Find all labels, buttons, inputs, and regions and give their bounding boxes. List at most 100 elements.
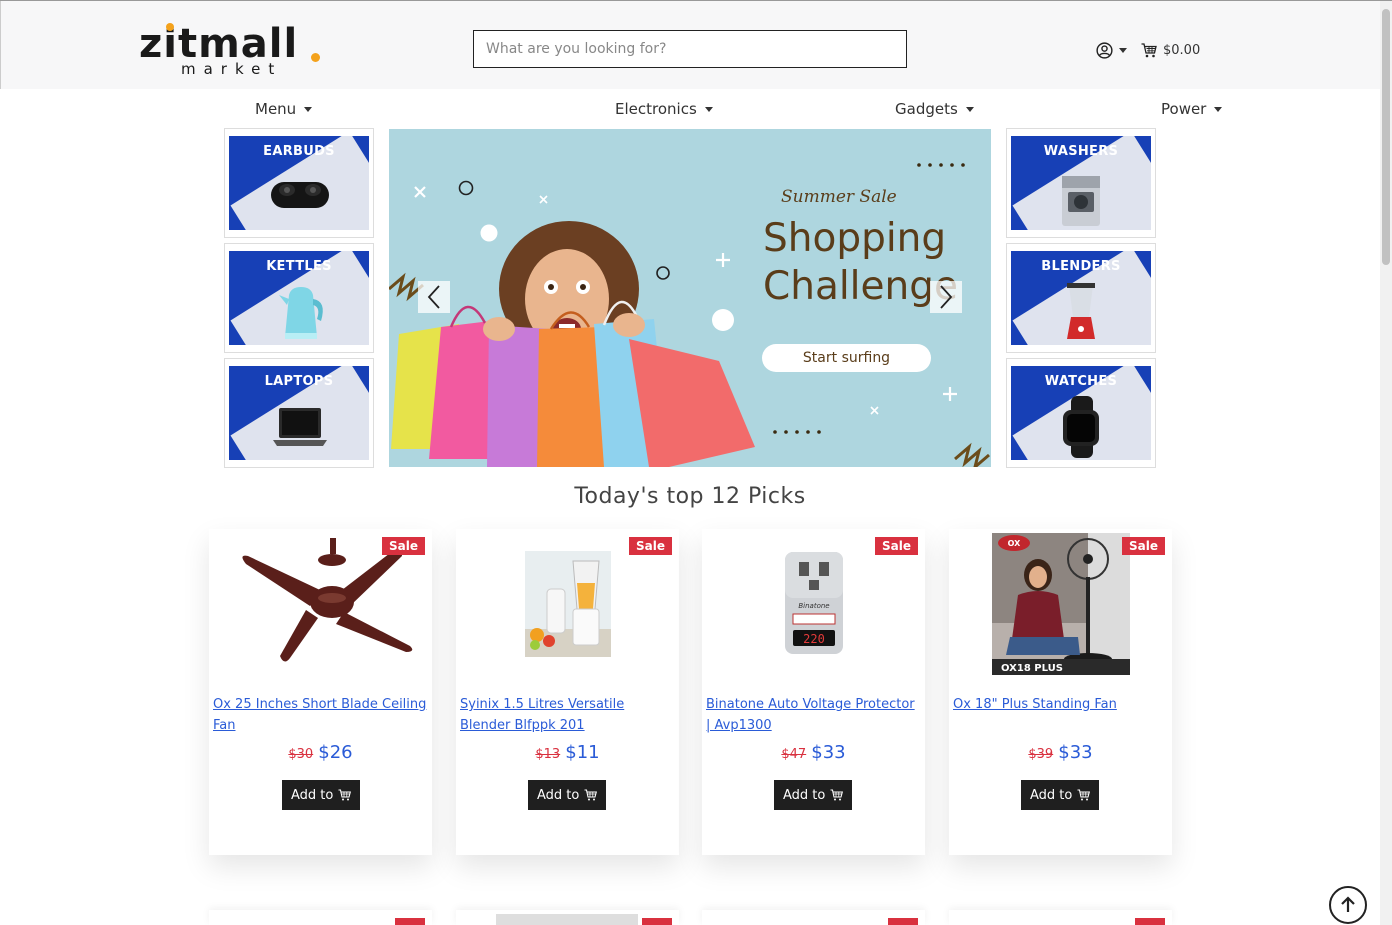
scrollbar-thumb[interactable] xyxy=(1382,9,1390,265)
arrow-up-icon xyxy=(1341,896,1355,912)
carousel-next-button[interactable] xyxy=(930,281,962,313)
chevron-down-icon xyxy=(704,106,713,112)
product-name-link[interactable]: Ox 18" Plus Standing Fan xyxy=(953,694,1169,715)
product-name-link[interactable]: Ox 25 Inches Short Blade Ceiling Fan xyxy=(213,694,429,736)
user-circle-icon xyxy=(1096,41,1113,59)
banner-sale-text: Summer Sale xyxy=(781,187,897,207)
sale-badge: Sale xyxy=(629,537,672,555)
chevron-down-icon xyxy=(1119,47,1127,53)
cart-icon xyxy=(830,789,844,801)
search-input[interactable] xyxy=(473,30,907,68)
standing-fan-image: OX OX18 PLUS xyxy=(991,533,1130,675)
category-tile-watches[interactable]: WATCHES xyxy=(1006,358,1156,468)
voltage-display-text: 220 xyxy=(803,632,825,646)
voltage-brand-text: Binatone xyxy=(798,602,829,610)
site-logo[interactable]: zitmall market xyxy=(139,22,329,80)
category-tile-blenders[interactable]: BLENDERS xyxy=(1006,243,1156,353)
sale-badge: Sale xyxy=(875,537,918,555)
category-image: EARBUDS xyxy=(229,136,369,230)
old-price: $30 xyxy=(288,747,314,762)
product-card-peek xyxy=(209,910,432,925)
sale-badge xyxy=(642,918,672,925)
add-to-cart-button[interactable]: Add to xyxy=(774,780,853,810)
cart-icon xyxy=(584,789,598,801)
page-scrollbar[interactable] xyxy=(1380,1,1392,925)
back-to-top-button[interactable] xyxy=(1329,886,1367,924)
category-label: BLENDERS xyxy=(1041,259,1121,274)
category-label: LAPTOPS xyxy=(264,374,334,389)
add-to-cart-button[interactable]: Add to xyxy=(282,780,361,810)
category-tile-kettles[interactable]: KETTLES xyxy=(224,243,374,353)
product-card-peek xyxy=(702,910,925,925)
nav-electronics-label: Electronics xyxy=(615,100,697,118)
fan-model-text: OX18 PLUS xyxy=(1001,663,1063,674)
banner-title: Shopping Challenge xyxy=(763,215,958,311)
sale-badge xyxy=(1135,918,1165,925)
add-to-cart-button[interactable]: Add to xyxy=(528,780,607,810)
chevron-left-icon xyxy=(427,285,440,309)
washer-icon xyxy=(1062,176,1100,226)
watch-icon xyxy=(1063,396,1099,458)
earbuds-icon xyxy=(271,182,329,208)
logo-i-dot xyxy=(166,23,174,31)
banner-title-line-1: Shopping xyxy=(763,216,947,261)
cart-button[interactable]: $0.00 xyxy=(1141,40,1200,60)
category-tile-laptops[interactable]: LAPTOPS xyxy=(224,358,374,468)
carousel-prev-button[interactable] xyxy=(418,281,450,313)
logo-tagline: market xyxy=(181,60,283,78)
category-image: KETTLES xyxy=(229,251,369,345)
current-price: $11 xyxy=(565,742,600,763)
section-title: Today's top 12 Picks xyxy=(574,484,806,509)
add-to-cart-label: Add to xyxy=(783,787,826,803)
add-to-cart-label: Add to xyxy=(291,787,334,803)
voltage-protector-image: Binatone 220 xyxy=(784,552,843,654)
product-name-link[interactable]: Binatone Auto Voltage Protector | Avp130… xyxy=(706,694,922,736)
sale-badge: Sale xyxy=(382,537,425,555)
product-price: $39 $33 xyxy=(949,742,1172,763)
cart-total: $0.00 xyxy=(1163,42,1201,58)
category-image: LAPTOPS xyxy=(229,366,369,460)
start-surfing-button[interactable]: Start surfing xyxy=(762,344,931,372)
nav-electronics[interactable]: Electronics xyxy=(615,97,713,121)
product-name-link[interactable]: Syinix 1.5 Litres Versatile Blender Blfp… xyxy=(460,694,676,736)
chevron-down-icon xyxy=(1214,106,1223,112)
nav-power[interactable]: Power xyxy=(1161,97,1223,121)
product-card: Sale Syinix 1.5 Litres Versatile Blender… xyxy=(456,529,679,855)
category-image: WASHERS xyxy=(1011,136,1151,230)
current-price: $33 xyxy=(811,742,846,763)
product-price: $30 $26 xyxy=(209,742,432,763)
account-dropdown[interactable] xyxy=(1096,40,1130,60)
category-label: KETTLES xyxy=(266,259,332,274)
fan-brand-text: OX xyxy=(1007,539,1021,548)
add-to-cart-label: Add to xyxy=(537,787,580,803)
ceiling-fan-image xyxy=(241,538,412,662)
product-card: Sale Ox 25 Inches Short Blade Ceiling Fa… xyxy=(209,529,432,855)
old-price: $39 xyxy=(1028,747,1054,762)
product-card: OX OX18 PLUS Sale Ox 18" Plus Standing F… xyxy=(949,529,1172,855)
old-price: $13 xyxy=(535,747,561,762)
nav-menu[interactable]: Menu xyxy=(255,97,313,121)
chevron-down-icon xyxy=(965,106,974,112)
nav-gadgets[interactable]: Gadgets xyxy=(895,97,974,121)
add-to-cart-button[interactable]: Add to xyxy=(1021,780,1100,810)
nav-gadgets-label: Gadgets xyxy=(895,100,958,118)
category-tile-washers[interactable]: WASHERS xyxy=(1006,128,1156,238)
product-price: $47 $33 xyxy=(702,742,925,763)
product-card-peek xyxy=(456,910,679,925)
category-label: EARBUDS xyxy=(263,144,335,159)
cart-icon xyxy=(1077,789,1091,801)
product-image xyxy=(496,914,638,925)
product-card: Binatone 220 Sale Binatone Auto Voltage … xyxy=(702,529,925,855)
current-price: $33 xyxy=(1058,742,1093,763)
current-price: $26 xyxy=(318,742,353,763)
product-card-peek xyxy=(949,910,1172,925)
product-price: $13 $11 xyxy=(456,742,679,763)
hero-carousel[interactable]: Summer Sale Shopping Challenge Start sur… xyxy=(389,129,991,467)
sale-badge xyxy=(395,918,425,925)
blender-icon xyxy=(1067,283,1095,339)
category-tile-earbuds[interactable]: EARBUDS xyxy=(224,128,374,238)
blender-product-image xyxy=(524,551,611,657)
banner-title-line-2: Challenge xyxy=(763,264,958,309)
sale-badge xyxy=(888,918,918,925)
laptop-icon xyxy=(273,408,327,446)
